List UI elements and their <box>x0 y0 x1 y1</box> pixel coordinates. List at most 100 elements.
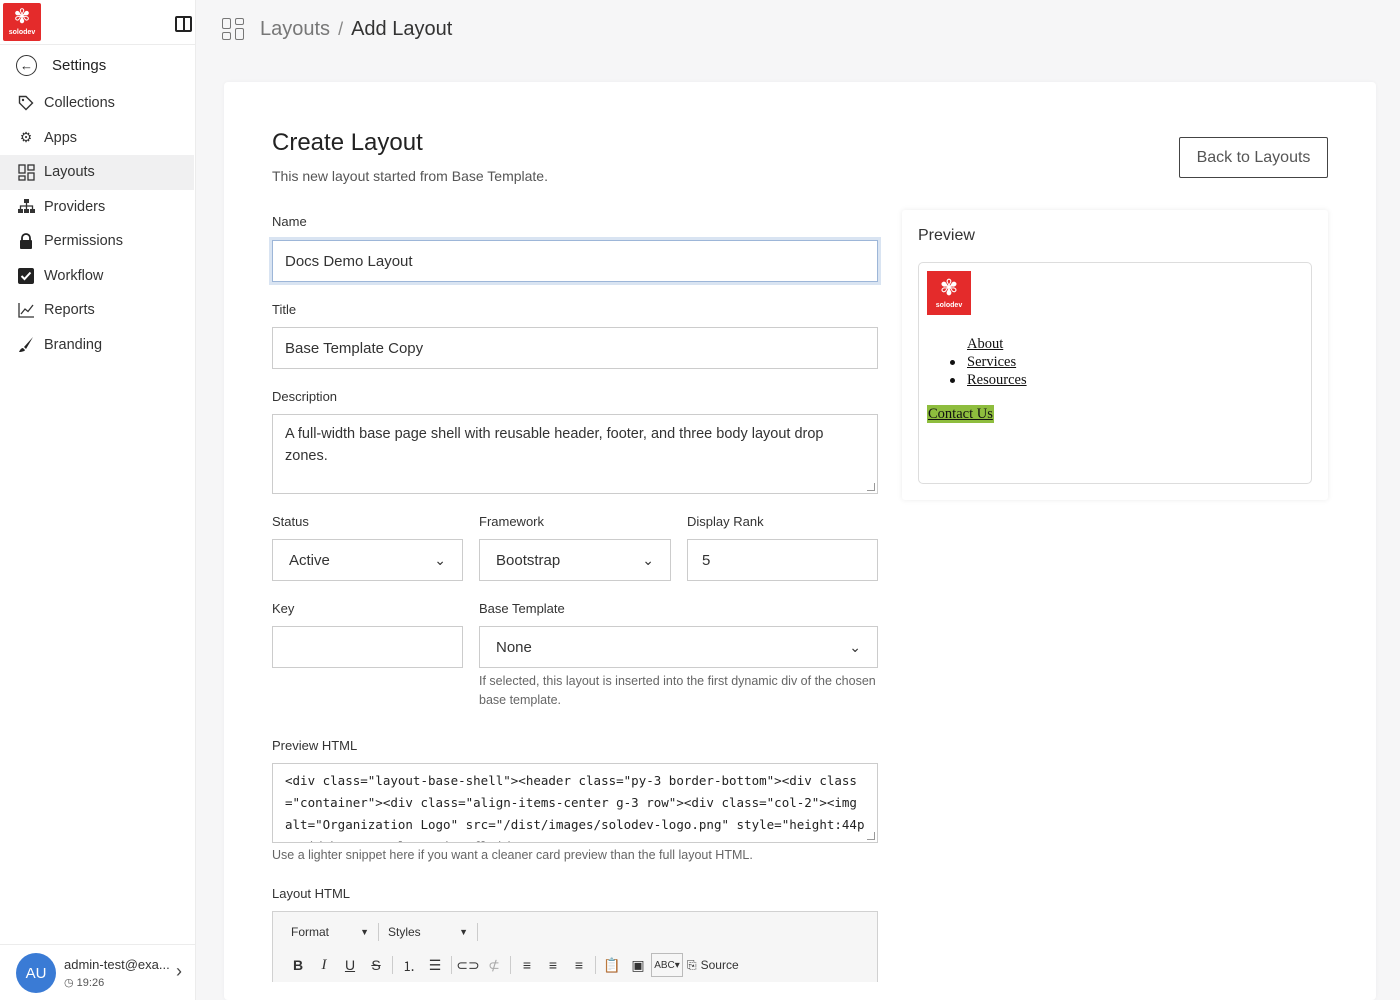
underline-icon[interactable]: U <box>337 953 363 977</box>
unlink-icon[interactable]: ⊄ <box>481 953 507 977</box>
align-right-icon[interactable]: ≡ <box>566 953 592 977</box>
description-value: A full-width base page shell with reusab… <box>285 426 824 464</box>
sidebar-item-label: Workflow <box>44 267 104 284</box>
collapse-sidebar-icon[interactable] <box>175 16 192 32</box>
italic-icon[interactable]: I <box>311 953 337 977</box>
sidebar-item-reports[interactable]: Reports <box>0 293 194 328</box>
clock-icon: ◷ <box>64 977 74 989</box>
resize-handle-icon[interactable] <box>867 483 875 491</box>
description-textarea[interactable]: A full-width base page shell with reusab… <box>272 414 878 494</box>
breadcrumb-current: Add Layout <box>351 17 453 40</box>
brush-icon <box>17 336 35 354</box>
layout-grid-icon <box>17 163 35 181</box>
paste-icon[interactable]: 📋 <box>599 953 625 977</box>
user-email: admin-test@exa... <box>64 957 170 972</box>
list-item: Resources <box>950 371 1027 389</box>
base-template-select-value: None <box>496 638 532 656</box>
format-dropdown[interactable]: Format ▼ <box>285 920 375 944</box>
tag-icon <box>17 94 35 112</box>
user-profile[interactable]: AU admin-test@exa... ◷ 19:26 › <box>0 944 196 1000</box>
bullet <box>950 359 955 365</box>
sidebar-item-apps[interactable]: ⚙ Apps <box>0 121 194 156</box>
align-left-icon[interactable]: ≡ <box>514 953 540 977</box>
sidebar-item-branding[interactable]: Branding <box>0 328 194 363</box>
toolbar-separator <box>451 956 452 974</box>
back-to-layouts-button[interactable]: Back to Layouts <box>1179 137 1328 178</box>
display-rank-label: Display Rank <box>687 514 764 529</box>
preview-nav-list: About Services Resources <box>950 335 1027 389</box>
display-rank-input[interactable]: 5 <box>687 539 878 581</box>
image-icon[interactable]: ▣ <box>625 953 651 977</box>
status-label: Status <box>272 514 309 529</box>
back-label: Settings <box>52 56 107 74</box>
key-input[interactable] <box>272 626 463 668</box>
toolbar-separator <box>595 956 596 974</box>
sidebar-item-providers[interactable]: Providers <box>0 190 194 225</box>
layout-grid-icon <box>222 18 244 40</box>
page-subtitle: This new layout started from Base Templa… <box>272 168 548 184</box>
sidebar-item-label: Reports <box>44 302 95 319</box>
source-icon: ⎘ <box>687 957 697 972</box>
flower-icon: ✾ <box>939 275 959 300</box>
sidebar-item-label: Collections <box>44 95 115 112</box>
status-select[interactable]: Active ⌄ <box>272 539 463 581</box>
spellcheck-icon[interactable]: ABC▾ <box>651 953 683 977</box>
base-template-select[interactable]: None ⌄ <box>479 626 878 668</box>
sidebar-item-workflow[interactable]: Workflow <box>0 259 194 294</box>
preview-link-resources[interactable]: Resources <box>967 371 1027 389</box>
key-label: Key <box>272 601 295 616</box>
layout-html-label: Layout HTML <box>272 886 351 901</box>
sidebar-item-label: Apps <box>44 129 78 146</box>
source-button[interactable]: ⎘ Source <box>683 953 743 977</box>
sidebar-item-collections[interactable]: Collections <box>0 86 194 121</box>
base-template-label: Base Template <box>479 601 565 616</box>
sidebar-item-layouts[interactable]: Layouts <box>0 155 194 190</box>
framework-label: Framework <box>479 514 545 529</box>
link-icon[interactable]: ⊂⊃ <box>455 953 481 977</box>
title-label: Title <box>272 302 297 317</box>
source-label: Source <box>700 958 739 972</box>
toolbar-separator <box>378 923 379 941</box>
title-input-value: Base Template Copy <box>285 339 424 357</box>
framework-select-value: Bootstrap <box>496 551 561 569</box>
chevron-down-icon: ⌄ <box>434 551 446 568</box>
editor-toolbar-row-2: B I U S ⒈ ☰ ⊂⊃ ⊄ ≡ ≡ ≡ 📋 ▣ ABC▾ ⎘ Source <box>285 953 743 977</box>
styles-dropdown[interactable]: Styles ▼ <box>382 920 474 944</box>
gear-icon: ⚙ <box>19 129 33 146</box>
bold-icon[interactable]: B <box>285 953 311 977</box>
list-item: Services <box>950 353 1027 371</box>
bulleted-list-icon[interactable]: ☰ <box>422 953 448 977</box>
align-center-icon[interactable]: ≡ <box>540 953 566 977</box>
caret-down-icon: ▼ <box>360 927 369 937</box>
back-to-settings[interactable]: ← Settings <box>16 54 106 76</box>
toolbar-separator <box>477 923 478 941</box>
solodev-logo[interactable]: ✾ solodev <box>3 3 41 41</box>
preview-link-about[interactable]: About <box>967 335 1003 353</box>
framework-select[interactable]: Bootstrap ⌄ <box>479 539 671 581</box>
preview-logo: ✾ solodev <box>927 271 971 315</box>
title-input[interactable]: Base Template Copy <box>272 327 878 369</box>
list-item: About <box>950 335 1027 353</box>
strikethrough-icon[interactable]: S <box>363 953 389 977</box>
preview-html-label: Preview HTML <box>272 738 358 753</box>
editor-toolbar-row-1: Format ▼ Styles ▼ <box>285 920 481 944</box>
breadcrumb-layouts-link[interactable]: Layouts <box>260 18 330 41</box>
preview-link-services[interactable]: Services <box>967 353 1016 371</box>
chevron-down-icon: ⌄ <box>642 551 654 568</box>
sidebar-item-label: Providers <box>44 198 106 215</box>
bullet <box>950 377 955 383</box>
session-time-value: 19:26 <box>76 977 105 989</box>
resize-handle-icon[interactable] <box>867 832 875 840</box>
layout-html-editor: Format ▼ Styles ▼ B I U S ⒈ ☰ ⊂⊃ ⊄ ≡ ≡ ≡… <box>272 911 878 982</box>
chevron-right-icon[interactable]: › <box>176 961 182 982</box>
name-input[interactable]: Docs Demo Layout <box>272 240 878 282</box>
name-label: Name <box>272 214 307 229</box>
base-template-help: If selected, this layout is inserted int… <box>479 674 876 707</box>
styles-dropdown-label: Styles <box>388 925 421 939</box>
sidebar-item-permissions[interactable]: Permissions <box>0 224 194 259</box>
preview-html-textarea[interactable]: <div class="layout-base-shell"><header c… <box>272 763 878 843</box>
preview-contact-link[interactable]: Contact Us <box>927 405 994 423</box>
sidebar-item-label: Permissions <box>44 233 123 250</box>
description-label: Description <box>272 389 338 404</box>
numbered-list-icon[interactable]: ⒈ <box>396 953 422 977</box>
